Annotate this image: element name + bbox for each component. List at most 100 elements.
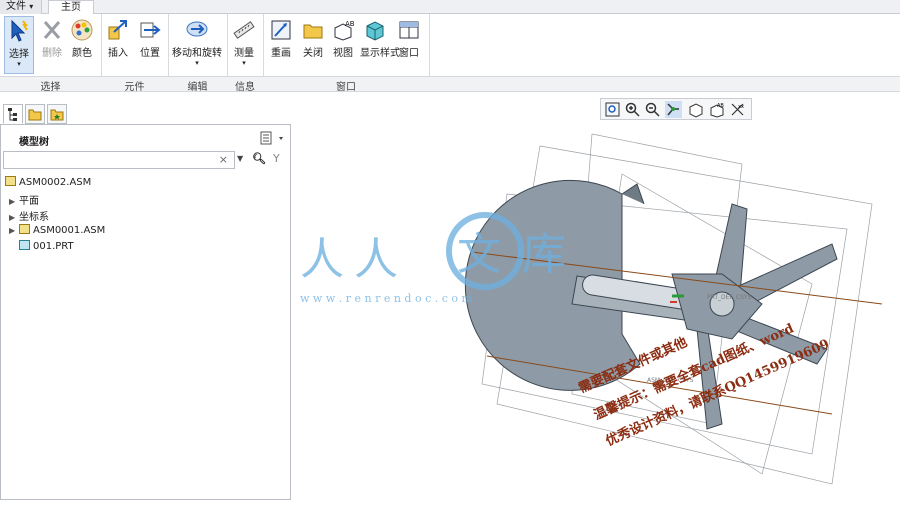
ribbon-group-bar: 选择 元件 编辑 信息 窗口 [0,76,900,93]
file-menu[interactable]: 文件 ▾ [0,0,42,14]
delete-x-icon [43,21,61,39]
filter-icon[interactable]: Y [273,152,280,165]
position-button[interactable]: 位置 [136,16,164,74]
measure-dropdown-icon: ▾ [242,59,246,67]
file-menu-label: 文件 [6,1,26,12]
tree-search-input[interactable]: × [3,151,235,169]
insert-label: 插入 [108,48,128,59]
close-label: 关闭 [303,48,323,59]
insert-component-icon [108,20,127,40]
watermark-char: 文 [457,229,501,280]
watermark-logo: 人 人 文 库 w w w . r e n r e n d o c . c o … [300,212,566,305]
display-style-label: 显示样式 [360,48,400,59]
expand-icon[interactable]: ▶ [9,213,19,222]
move-rotate-label: 移动和旋转 [172,48,222,59]
favorites-folder-icon [50,109,64,121]
tab-folder-browser[interactable] [25,104,45,124]
saved-orientations-icon[interactable] [687,101,704,118]
move-rotate-button[interactable]: 移动和旋转 ▾ [172,16,222,74]
model-tree-panel: 模型树 × ▼ 🔍︎ Y ASM0002.ASM ▶ 平面 ▶ 坐标系 ▶ ASM00… [0,124,291,500]
views-button[interactable]: AB 视图 [329,16,357,74]
assembly-icon [19,224,30,234]
named-views-icon[interactable]: AB [708,101,725,118]
find-icon[interactable]: 🔍︎ [252,152,266,165]
tree-node-part[interactable]: 001.PRT [19,240,74,252]
part-icon [19,240,30,250]
watermark-char: 人 [300,234,344,285]
group-window-label: 窗口 [336,82,356,93]
expand-icon[interactable]: ▶ [9,226,19,235]
search-dropdown-icon[interactable]: ▼ [237,154,243,163]
repaint-icon[interactable] [665,101,682,118]
select-button[interactable]: 选择 ▾ [4,16,34,74]
tree-node-label: ASM0001.ASM [33,225,106,236]
window-icon [399,21,419,39]
group-select-label: 选择 [40,82,61,93]
close-button[interactable]: 关闭 [299,16,327,74]
measure-label: 测量 [234,48,254,59]
view-toolbar: AB xx [600,98,752,120]
select-dropdown-icon: ▾ [17,60,21,68]
navigator-tabs [0,104,80,124]
watermark-char: 人 [354,234,398,285]
tree-node-subassembly[interactable]: ▶ ASM0001.ASM [9,224,105,236]
tree-node-label: 平面 [19,196,39,207]
tab-home-label: 主页 [61,2,81,13]
svg-text:xx: xx [738,104,744,110]
display-style-button[interactable]: 显示样式 [360,16,400,74]
svg-text:AB: AB [717,103,724,109]
ruler-icon [233,21,255,39]
tree-node-label: 001.PRT [33,241,74,252]
views-icon: AB [334,20,355,41]
redraw-button[interactable]: 重画 [267,16,295,74]
display-style-cube-icon [366,21,384,41]
expand-icon[interactable]: ▶ [9,197,19,206]
watermark-char: 库 [522,229,566,280]
model-tree-icon [8,108,17,121]
position-arrow-icon [140,22,161,38]
tree-node-planes[interactable]: ▶ 平面 [9,192,39,207]
views-label: 视图 [333,48,353,59]
tree-node-csys[interactable]: ▶ 坐标系 [9,208,49,223]
tree-node-root[interactable]: ASM0002.ASM [5,176,91,188]
color-label: 颜色 [72,48,92,59]
redraw-label: 重画 [271,48,291,59]
measure-button[interactable]: 测量 ▾ [230,16,258,74]
tree-settings-button[interactable] [259,131,287,145]
position-label: 位置 [140,48,160,59]
move-rotate-dropdown-icon: ▾ [195,59,199,67]
watermark-url: w w w . r e n r e n d o c . c o m [300,292,472,305]
delete-button[interactable]: 删除 [38,16,66,74]
ribbon: 选择 ▾ 删除 颜色 插入 位置 移动和旋转 ▾ 测量 ▾ 重画 关闭 AB 视… [0,14,900,92]
select-cursor-icon [11,19,28,42]
group-component-label: 元件 [124,82,145,93]
window-label: 窗口 [399,48,419,59]
tab-home[interactable]: 主页 [48,0,94,15]
search-clear-icon[interactable]: × [219,153,228,166]
model-tree-title: 模型树 [19,137,49,148]
zoom-in-icon[interactable] [624,101,641,118]
refit-icon[interactable] [604,101,621,118]
insert-button[interactable]: 插入 [104,16,132,74]
display-filters-icon[interactable]: xx [729,101,746,118]
svg-text:AB: AB [345,20,355,28]
color-button[interactable]: 颜色 [68,16,96,74]
delete-label: 删除 [42,48,62,59]
window-button[interactable]: 窗口 [394,16,424,74]
redraw-icon [271,20,291,40]
graphics-window[interactable]: PRT_DEF_CSYS ASM_DEF_CSYS 人 人 文 库 w w w … [292,124,900,508]
assembly-icon [5,176,16,186]
move-rotate-icon [186,21,208,37]
settings-list-icon [260,131,283,145]
group-info-label: 信息 [235,82,255,93]
close-folder-icon [303,24,323,39]
color-palette-icon [71,19,93,41]
file-menu-arrow: ▾ [29,2,34,11]
tree-node-label: 坐标系 [19,212,49,223]
folder-browser-icon [28,109,42,121]
menu-tab-bar: 文件 ▾ 主页 [0,0,900,15]
zoom-out-icon[interactable] [644,101,661,118]
tab-favorites[interactable] [47,104,67,124]
group-edit-label: 编辑 [187,82,208,93]
tab-model-tree[interactable] [3,104,23,124]
